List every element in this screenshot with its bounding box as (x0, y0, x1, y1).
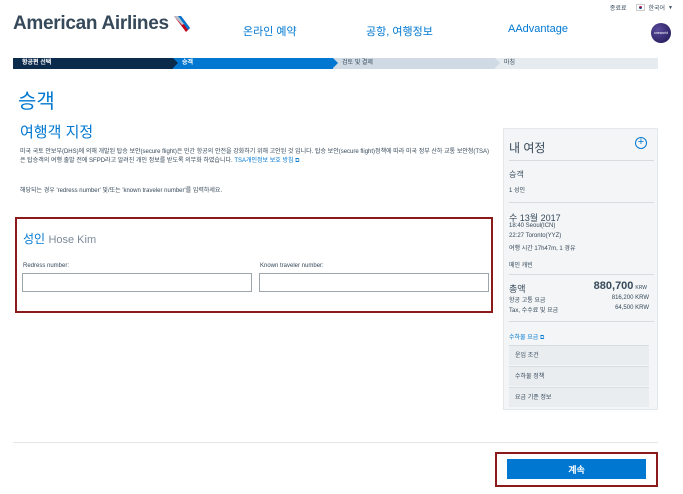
passenger-card: 성인 Hose Kim Redress number: Known travel… (15, 217, 493, 313)
nav-aadvantage[interactable]: AAdvantage (508, 23, 568, 35)
fare-value: 816,200 KRW (611, 295, 649, 301)
fare-label: 항공 고통 요금 (509, 298, 546, 304)
passenger-heading: 성인 Hose Kim (23, 230, 96, 247)
redress-label: Redress number: (23, 263, 70, 269)
trip-duration: 여행 시간 17h47m, 1 경유 (509, 246, 576, 252)
ktn-label: Known traveler number: (260, 263, 324, 269)
tax-row: Tax, 수수료 및 요금 64,500 KRW (509, 305, 649, 314)
trip-title: 내 여정 (509, 141, 546, 155)
page-title: 승객 (18, 91, 55, 113)
nav-airport-travel-info[interactable]: 공항, 여행정보 (366, 23, 433, 39)
divider (509, 321, 654, 322)
tax-label: Tax, 수수료 및 요금 (509, 308, 559, 314)
baggage-fee-link[interactable]: 수하물 요금 ⧉ (509, 332, 544, 342)
step-review-pay: 검토 및 결제 (333, 58, 500, 69)
tax-value: 64,500 KRW (615, 305, 649, 311)
continue-highlight: 계속 (495, 452, 658, 487)
redress-number-input[interactable] (22, 273, 252, 292)
booking-progress: 항공편 선택 승객 검토 및 결제 마침 (13, 58, 658, 69)
aa-logo[interactable]: American Airlines (13, 13, 192, 35)
known-traveler-number-input[interactable] (259, 273, 489, 292)
oneworld-logo: oneworld (651, 23, 671, 43)
fare-rules-button[interactable]: 운임 조건 (509, 345, 649, 365)
utility-bar: 종료료 한국어 ▼ (610, 3, 673, 12)
fare-basis-button[interactable]: 요금 기준 정보 (509, 387, 649, 407)
tsa-privacy-link[interactable]: TSA개인정보 보호 방침 (234, 158, 293, 164)
trip-summary-panel: 내 여정 + 승객 1 성인 수 13월 2017 18:40 Seoul(IC… (503, 128, 658, 410)
flight-symbol-icon (172, 14, 192, 34)
language-selector[interactable]: 한국어 ▼ (636, 3, 673, 12)
logout-link[interactable]: 종료료 (610, 3, 627, 12)
step-finish: 마침 (495, 58, 658, 69)
arrive-info: 22:27 Toronto(YYZ) (509, 233, 562, 239)
depart-info: 18:40 Seoul(ICN) (509, 223, 556, 229)
divider (509, 202, 654, 203)
divider (509, 160, 654, 161)
step-passenger: 승객 (173, 58, 338, 69)
external-link-icon: ⧉ (295, 158, 300, 164)
baggage-policy-button[interactable]: 수하물 정책 (509, 366, 649, 386)
cabin-class: 메인 캐빈 (509, 263, 533, 269)
passenger-name: Hose Kim (48, 234, 97, 246)
total-value: 880,700 (593, 280, 634, 292)
total-currency: KRW (635, 285, 647, 291)
passengers-value: 1 성인 (509, 188, 526, 194)
continue-button[interactable]: 계속 (507, 459, 646, 479)
divider (509, 274, 654, 275)
fare-row: 항공 고통 요금 816,200 KRW (509, 295, 649, 304)
passengers-label: 승객 (509, 170, 524, 179)
expand-plus-icon[interactable]: + (635, 137, 647, 149)
baggage-fee-label: 수하물 요금 (509, 335, 539, 341)
language-label: 한국어 (648, 6, 666, 12)
external-link-icon: ⧉ (539, 335, 545, 341)
nav-booking[interactable]: 온라인 예약 (243, 23, 297, 39)
instruction-text: 해당되는 경우 'redress number' 및/또는 'known tra… (20, 188, 223, 194)
total-amount: 880,700 KRW (594, 280, 647, 292)
secure-flight-notice: 미국 국토 안보부(DHS)에 의해 개발된 탑승 보안(secure flig… (20, 148, 492, 166)
korea-flag-icon (636, 4, 646, 11)
total-label: 총액 (509, 284, 526, 294)
footer-divider (13, 442, 658, 443)
brand-name: American Airlines (13, 13, 169, 34)
step-flight-select: 항공편 선택 (13, 58, 178, 69)
section-title: 여행객 지정 (20, 124, 94, 141)
chevron-down-icon: ▼ (668, 4, 673, 11)
passenger-type: 성인 (23, 232, 46, 246)
